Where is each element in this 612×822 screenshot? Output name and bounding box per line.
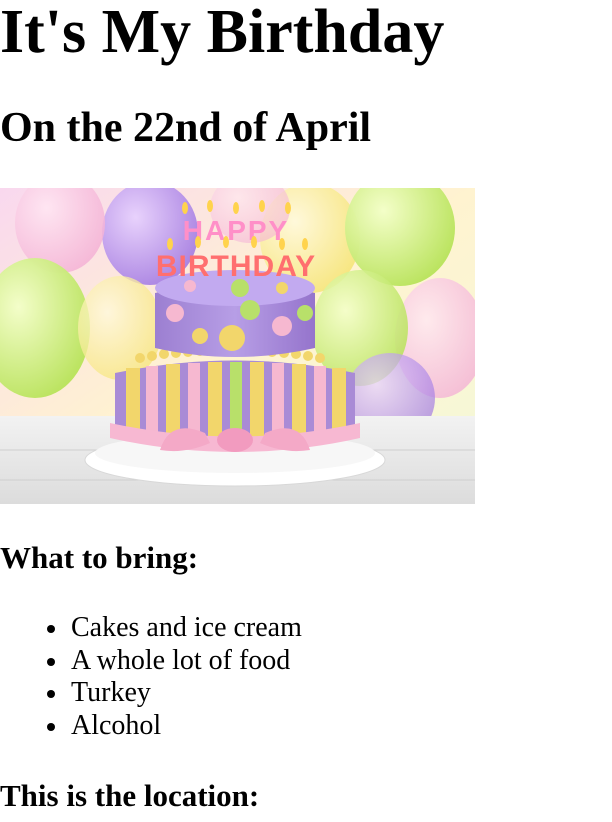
- birthday-cake-image: HAPPY BIRTHDAY: [0, 188, 475, 504]
- bring-heading: What to bring:: [0, 540, 199, 575]
- bring-list: Cakes and ice cream A whole lot of food …: [0, 612, 302, 742]
- svg-text:BIRTHDAY: BIRTHDAY: [156, 250, 316, 283]
- list-item: Alcohol: [47, 709, 302, 743]
- list-item-label: Alcohol: [71, 709, 162, 741]
- bullet-icon: [47, 690, 55, 698]
- list-item: Turkey: [47, 677, 302, 710]
- list-item-label: A whole lot of food: [71, 644, 291, 676]
- list-item-label: Turkey: [71, 677, 151, 708]
- list-item: A whole lot of food: [47, 644, 302, 678]
- page-subtitle: On the 22nd of April: [0, 105, 372, 151]
- bullet-icon: [47, 625, 55, 633]
- list-item-label: Cakes and ice cream: [71, 612, 302, 643]
- bullet-icon: [47, 657, 55, 666]
- list-item: Cakes and ice cream: [47, 612, 302, 645]
- location-heading: This is the location:: [0, 778, 260, 813]
- page-title: It's My Birthday: [0, 0, 445, 66]
- bullet-icon: [47, 722, 55, 731]
